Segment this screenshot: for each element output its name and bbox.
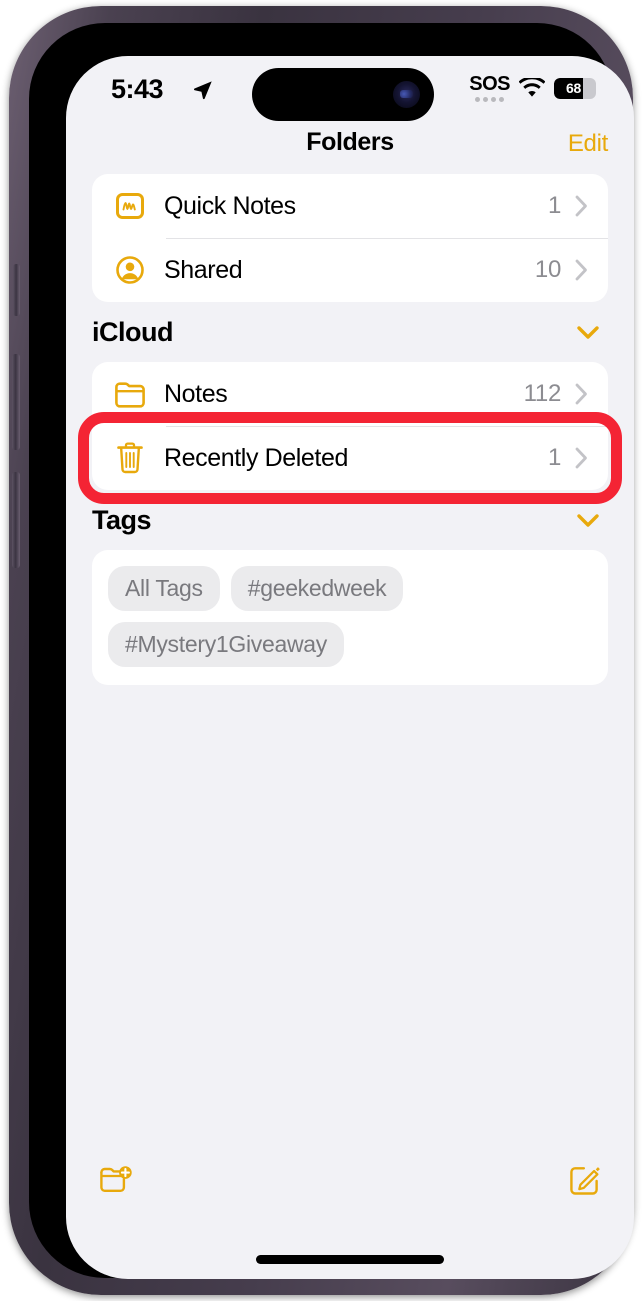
- compose-note-button[interactable]: [556, 1155, 612, 1205]
- folder-row-recently-deleted[interactable]: Recently Deleted 1: [92, 426, 608, 490]
- compose-note-icon: [569, 1166, 600, 1195]
- volume-up-button[interactable]: [12, 354, 20, 450]
- action-button[interactable]: [13, 264, 20, 316]
- section-header-tags[interactable]: Tags: [66, 490, 634, 550]
- tag-chip-all-tags[interactable]: All Tags: [108, 566, 220, 611]
- status-time: 5:43: [111, 74, 164, 104]
- wifi-icon: [519, 78, 545, 97]
- phone-frame: 5:43 SOS 68 Folders Edit Quick Notes 1 S…: [9, 6, 634, 1295]
- chevron-right-icon: [575, 447, 587, 469]
- page-title: Folders: [306, 128, 394, 156]
- chevron-right-icon: [575, 195, 587, 217]
- quick-note-icon: [108, 188, 152, 224]
- folder-label: Notes: [164, 379, 228, 408]
- folders-list: Quick Notes 1 Shared 10 iCloud Notes 112…: [66, 174, 634, 685]
- status-indicators: SOS 68: [469, 74, 596, 102]
- trash-icon: [108, 440, 152, 476]
- navigation-bar: Folders Edit: [66, 118, 634, 174]
- folder-count: 10: [534, 256, 561, 283]
- top-folders-card: Quick Notes 1 Shared 10: [92, 174, 608, 302]
- battery-percent-label: 68: [566, 80, 581, 96]
- folder-row-quick-notes[interactable]: Quick Notes 1: [92, 174, 608, 238]
- cellular-dots-icon: [475, 97, 505, 102]
- chevron-down-icon[interactable]: [576, 513, 600, 528]
- dynamic-island: [252, 68, 434, 121]
- tag-chip-mystery1giveaway[interactable]: #Mystery1Giveaway: [108, 622, 344, 667]
- new-folder-button[interactable]: [88, 1155, 144, 1205]
- folder-label: Shared: [164, 255, 243, 284]
- icloud-folders-card: Notes 112 Recently Deleted 1: [92, 362, 608, 490]
- folder-count: 1: [547, 444, 561, 471]
- sos-label: SOS: [469, 73, 510, 95]
- sos-indicator: SOS: [469, 74, 510, 102]
- shared-person-icon: [108, 252, 152, 288]
- bottom-toolbar: [66, 1155, 634, 1215]
- chevron-right-icon: [575, 259, 587, 281]
- section-title: Tags: [92, 504, 152, 535]
- front-camera-icon: [393, 81, 420, 108]
- new-folder-icon: [100, 1166, 132, 1192]
- section-header-icloud[interactable]: iCloud: [66, 302, 634, 362]
- volume-down-button[interactable]: [12, 472, 20, 568]
- home-indicator[interactable]: [256, 1255, 444, 1264]
- folder-label: Quick Notes: [164, 191, 296, 220]
- chevron-down-icon[interactable]: [576, 325, 600, 340]
- folder-label: Recently Deleted: [164, 443, 348, 472]
- folder-icon: [108, 376, 152, 412]
- battery-indicator: 68: [554, 77, 596, 99]
- phone-bezel: 5:43 SOS 68 Folders Edit Quick Notes 1 S…: [29, 23, 634, 1279]
- folder-count: 1: [547, 192, 561, 219]
- tags-card: All Tags #geekedweek #Mystery1Giveaway: [92, 550, 608, 685]
- phone-screen: 5:43 SOS 68 Folders Edit Quick Notes 1 S…: [66, 56, 634, 1279]
- section-title: iCloud: [92, 316, 173, 347]
- folder-count: 112: [523, 380, 562, 407]
- location-arrow-icon: [194, 81, 212, 100]
- folder-row-shared[interactable]: Shared 10: [92, 238, 608, 302]
- folder-row-notes[interactable]: Notes 112: [92, 362, 608, 426]
- chevron-right-icon: [575, 383, 587, 405]
- tag-chip-geekedweek[interactable]: #geekedweek: [230, 566, 404, 611]
- edit-button[interactable]: Edit: [568, 130, 608, 158]
